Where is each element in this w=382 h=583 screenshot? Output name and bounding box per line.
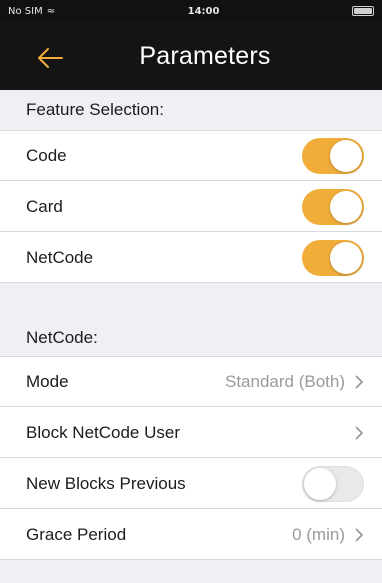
carrier-label: No SIM: [8, 5, 43, 17]
back-button[interactable]: [30, 42, 70, 74]
grace-period-value-group: 0 (min): [292, 525, 364, 545]
toggle-knob: [330, 241, 362, 274]
netcode-toggle[interactable]: [302, 239, 364, 276]
carrier-indicator: No SIM ≈: [8, 6, 55, 17]
block-user-value-group: [355, 426, 364, 440]
status-time: 14:00: [187, 5, 220, 17]
chevron-right-icon: [355, 528, 364, 542]
status-bar: No SIM ≈ 14:00: [0, 0, 382, 22]
mode-value: Standard (Both): [224, 371, 345, 391]
feature-label-card: Card: [26, 196, 63, 216]
section-header-feature-selection: Feature Selection:: [0, 90, 382, 130]
feature-row-code: Code: [0, 130, 382, 181]
feature-label-netcode: NetCode: [26, 247, 94, 267]
arrow-left-icon: [38, 48, 63, 68]
code-toggle[interactable]: [302, 137, 364, 174]
navigation-bar: Parameters: [0, 22, 382, 90]
new-blocks-previous-label: New Blocks Previous: [26, 473, 186, 493]
mode-row[interactable]: Mode Standard (Both): [0, 356, 382, 407]
page-title: Parameters: [139, 41, 271, 70]
feature-row-netcode: NetCode: [0, 232, 382, 283]
new-blocks-previous-row: New Blocks Previous: [0, 458, 382, 509]
toggle-knob: [330, 139, 362, 172]
chevron-right-icon: [355, 375, 364, 389]
mode-value-group: Standard (Both): [225, 372, 364, 392]
wifi-icon: ≈: [46, 5, 56, 17]
grace-period-row[interactable]: Grace Period 0 (min): [0, 509, 382, 560]
toggle-knob: [304, 467, 336, 500]
toggle-knob: [330, 190, 362, 223]
chevron-right-icon: [355, 426, 364, 440]
card-toggle[interactable]: [302, 188, 364, 225]
feature-row-card: Card: [0, 181, 382, 232]
new-blocks-previous-toggle[interactable]: [302, 465, 364, 502]
grace-period-label: Grace Period: [26, 524, 127, 544]
feature-label-code: Code: [26, 145, 67, 165]
block-netcode-user-label: Block NetCode User: [26, 422, 181, 442]
battery-icon: [352, 6, 374, 16]
grace-period-value: 0 (min): [292, 524, 345, 544]
block-netcode-user-row[interactable]: Block NetCode User: [0, 407, 382, 458]
mode-label: Mode: [26, 371, 69, 391]
section-header-netcode: NetCode:: [0, 318, 382, 358]
